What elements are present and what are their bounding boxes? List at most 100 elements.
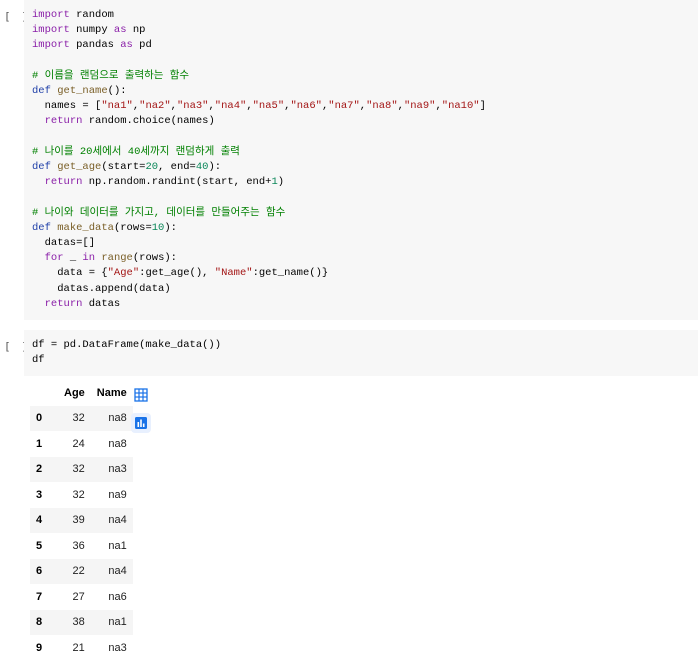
cell-name: na1 — [108, 539, 127, 552]
code-token: random.choice(names) — [82, 115, 215, 128]
cell-age: 39 — [72, 514, 85, 527]
code-token: names = [ — [32, 100, 102, 113]
code-cell-1[interactable]: [ ] import random import numpy as np imp… — [0, 0, 698, 320]
cell-name: na3 — [108, 641, 127, 654]
code-token: return — [44, 176, 83, 189]
code-token: import — [32, 9, 70, 21]
code-line: import numpy as np — [32, 24, 145, 36]
code-token: "Name" — [214, 267, 253, 280]
cell-name: na8 — [108, 437, 127, 450]
code-token: # 나이를 20세에서 40세까지 랜덤하게 출력 — [32, 145, 240, 158]
code-token: (start= — [101, 161, 146, 174]
interactive-table-button[interactable] — [131, 385, 151, 405]
row-index: 2 — [36, 463, 43, 476]
code-token: "na4" — [214, 100, 247, 113]
code-token: "na1" — [101, 100, 133, 113]
code-token: "Age" — [107, 267, 140, 280]
table-row: 6 22 na4 — [30, 558, 133, 584]
code-line: def make_data(rows=10): — [32, 222, 177, 234]
cell-age: 24 — [72, 437, 85, 450]
table-header-row: Age Name — [30, 380, 133, 406]
table-row: 9 21 na3 — [30, 635, 133, 661]
code-token: "na8" — [366, 100, 398, 113]
code-line: datas=[] — [32, 237, 95, 249]
row-index: 1 — [36, 437, 43, 450]
code-token: "na2" — [139, 100, 171, 113]
row-index: 9 — [36, 641, 43, 654]
cell-age: 27 — [72, 590, 85, 603]
code-token: datas.append(data) — [32, 282, 171, 295]
cell-age: 32 — [72, 412, 85, 425]
table-row: 1 24 na8 — [30, 431, 133, 457]
table-row: 2 32 na3 — [30, 456, 133, 482]
code-line: import random — [32, 9, 114, 21]
code-token: (rows= — [113, 221, 152, 234]
code-line: names = ["na1","na2","na3","na4","na5","… — [32, 100, 486, 112]
code-token: # 이름을 랜덤으로 출력하는 함수 — [32, 69, 190, 82]
code-text[interactable]: df = pd.DataFrame(make_data()) df — [32, 338, 221, 368]
suggest-chart-button[interactable] — [131, 413, 151, 433]
code-token: import — [32, 39, 70, 52]
row-index: 5 — [36, 539, 43, 552]
code-line: return np.random.randint(start, end+1) — [32, 176, 284, 188]
cell-age: 21 — [72, 641, 85, 654]
code-token: 40 — [195, 161, 209, 174]
code-token: ] — [479, 100, 486, 113]
row-index: 8 — [36, 616, 43, 629]
code-token: :get_name()} — [252, 267, 329, 280]
cell-age: 36 — [72, 539, 85, 552]
cell-name: na6 — [108, 590, 127, 603]
cell-name: na4 — [108, 514, 127, 527]
code-token: random — [69, 9, 114, 21]
code-cell-2[interactable]: [ ] df = pd.DataFrame(make_data()) df — [0, 330, 698, 376]
code-token: def — [32, 221, 51, 234]
code-line: # 이름을 랜덤으로 출력하는 함수 — [32, 70, 189, 82]
table-row: 5 36 na1 — [30, 533, 133, 559]
cell-name: na1 — [108, 616, 127, 629]
code-editor[interactable]: import random import numpy as np import … — [24, 0, 698, 320]
table-row: 7 27 na6 — [30, 584, 133, 610]
code-text[interactable]: import random import numpy as np import … — [32, 8, 486, 312]
code-token: datas=[] — [32, 237, 96, 250]
cell-age: 22 — [72, 565, 85, 578]
column-header-name: Name — [96, 386, 127, 399]
code-token: "na9" — [403, 100, 436, 113]
table-icon — [134, 388, 148, 402]
code-token: "na6" — [290, 100, 322, 113]
code-token: as — [113, 24, 127, 37]
code-token: def — [32, 161, 51, 174]
code-line: return datas — [32, 297, 121, 310]
code-line: df = pd.DataFrame(make_data()) — [32, 339, 221, 351]
cell-name: na3 — [108, 463, 127, 476]
code-token: "na5" — [252, 100, 285, 113]
row-index: 6 — [36, 565, 43, 578]
code-token: return — [44, 297, 83, 310]
code-token: get_name — [57, 85, 108, 98]
code-token: pd — [132, 39, 152, 52]
row-index: 0 — [36, 412, 43, 425]
cell-name: na8 — [108, 412, 127, 425]
code-token: range — [101, 252, 133, 265]
code-token: def — [32, 85, 51, 98]
code-token: data = { — [32, 267, 108, 280]
code-token: datas — [82, 297, 121, 310]
code-token: ): — [208, 161, 222, 174]
row-index: 4 — [36, 514, 43, 527]
code-token: 10 — [151, 221, 165, 234]
code-token: ): — [164, 221, 177, 234]
code-line: for _ in range(rows): — [32, 252, 177, 264]
code-token: numpy — [69, 24, 114, 37]
code-line: def get_age(start=20, end=40): — [32, 161, 221, 173]
code-token: "na3" — [176, 100, 209, 113]
code-editor[interactable]: df = pd.DataFrame(make_data()) df — [24, 330, 698, 376]
cell-age: 38 — [72, 616, 85, 629]
code-token: in — [82, 252, 96, 265]
code-token: 20 — [145, 161, 159, 174]
cell-name: na9 — [108, 488, 127, 501]
code-token: "na7" — [328, 100, 360, 113]
code-token: make_data — [57, 221, 114, 234]
